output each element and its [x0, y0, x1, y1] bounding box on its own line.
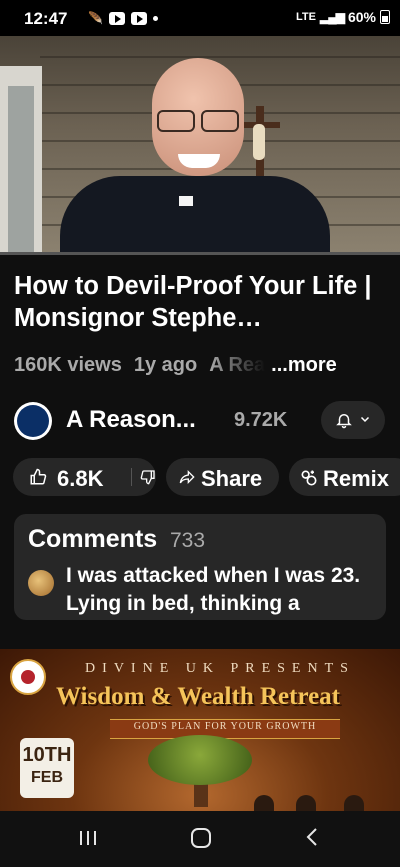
ad-banner[interactable]: DIVINE UK PRESENTS Wisdom & Wealth Retre…: [0, 649, 400, 811]
remix-icon: [301, 470, 317, 486]
signal-icon: ▂▄▆: [320, 10, 345, 24]
video-title[interactable]: How to Devil-Proof Your Life | Monsignor…: [14, 270, 386, 334]
status-time: 12:47: [24, 9, 68, 28]
battery-icon: [380, 10, 390, 24]
like-dislike-chip: 6.8K: [13, 458, 156, 496]
youtube-icon: [108, 11, 125, 25]
ad-date-day: 10TH: [22, 744, 72, 766]
glasses: [157, 110, 239, 132]
ad-subtitle: GOD'S PLAN FOR YOUR GROWTH: [133, 721, 317, 732]
home-icon[interactable]: [191, 828, 211, 848]
recents-icon[interactable]: [78, 828, 98, 848]
more-button[interactable]: ...more: [271, 354, 337, 377]
channel-avatar[interactable]: [14, 402, 52, 440]
share-button[interactable]: Share: [166, 458, 279, 496]
bell-icon: [336, 414, 352, 429]
back-icon[interactable]: [305, 827, 321, 847]
window-frame: [0, 66, 42, 255]
channel-row: A Reason... 9.72K: [14, 400, 386, 440]
like-icon[interactable]: [29, 468, 47, 486]
ad-headline: Wisdom & Wealth Retreat: [56, 683, 341, 710]
comments-count: 733: [170, 529, 206, 552]
speaker-photo: [344, 795, 364, 811]
video-meta[interactable]: 160K views 1y ago A Rea ...more: [14, 354, 390, 377]
share-icon: [179, 470, 195, 484]
notification-bell-button[interactable]: [321, 401, 385, 439]
share-label: Share: [201, 466, 263, 491]
speaker-photo: [296, 795, 316, 811]
feather-icon: 🪶: [88, 11, 103, 25]
view-count: 160K views: [14, 354, 122, 376]
remix-button[interactable]: Remix: [289, 458, 400, 496]
comments-panel[interactable]: Comments 733 I was attacked when I was 2…: [14, 514, 386, 620]
remix-label: Remix: [323, 466, 390, 491]
speaker-photo: [254, 795, 274, 811]
system-nav-bar: [0, 811, 400, 867]
notification-icons: 🪶: [88, 11, 158, 25]
network-type: LTE: [296, 11, 316, 23]
top-comment-text: I was attacked when I was 23. Lying in b…: [66, 564, 361, 615]
channel-preview: A Rea: [209, 354, 266, 376]
video-progress-bar[interactable]: [0, 252, 400, 255]
like-count[interactable]: 6.8K: [57, 466, 103, 492]
battery-percent: 60%: [347, 9, 376, 25]
commenter-avatar: [28, 570, 54, 596]
upload-age: 1y ago: [133, 354, 198, 376]
dislike-icon[interactable]: [140, 469, 156, 485]
ad-date-badge: 10TH FEB: [20, 738, 74, 798]
subscriber-count: 9.72K: [234, 409, 288, 431]
clerical-collar: [179, 196, 193, 206]
more-notifications-icon: [152, 15, 158, 21]
channel-name[interactable]: A Reason...: [66, 406, 196, 434]
comments-title: Comments: [28, 525, 158, 553]
status-bar: 12:47 🪶 LTE ▂▄▆ 60%: [0, 0, 400, 36]
system-icons: LTE ▂▄▆ 60%: [296, 9, 390, 25]
speaker-clothing: [60, 176, 330, 255]
ad-date-month: FEB: [31, 769, 63, 786]
chevron-down-icon: [360, 416, 370, 423]
ad-presenter: DIVINE UK PRESENTS: [85, 661, 355, 676]
youtube-icon: [130, 11, 147, 25]
video-player[interactable]: [0, 36, 400, 255]
